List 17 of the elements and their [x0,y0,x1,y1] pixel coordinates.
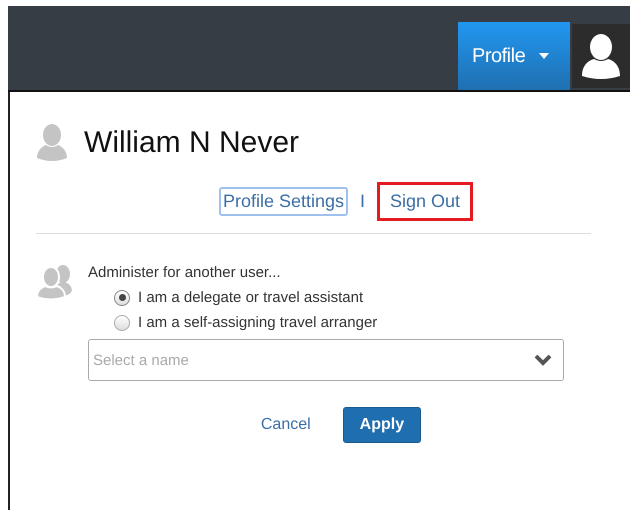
radio-label: I am a delegate or travel assistant [138,289,364,306]
radio-button[interactable] [114,314,130,330]
link[interactable]: Sign Out [377,182,474,221]
link-separator: I [360,191,366,212]
apply-button[interactable]: Apply [342,407,422,443]
name-select[interactable]: Select a name [88,339,564,381]
radio-label: I am a self-assigning travel arranger [138,314,378,331]
caret-icon [539,53,550,59]
section-title: Administer for another user... [88,264,282,281]
link[interactable]: Profile Settings [218,187,348,216]
chevron-icon [534,354,552,366]
avatar-button[interactable] [572,24,630,88]
cancel-link[interactable]: Cancel [260,416,311,434]
radio-button[interactable] [114,290,130,306]
user-name: William N Never [84,126,300,160]
profile-menu-button[interactable]: Profile [458,22,570,90]
person-icon [36,124,68,162]
